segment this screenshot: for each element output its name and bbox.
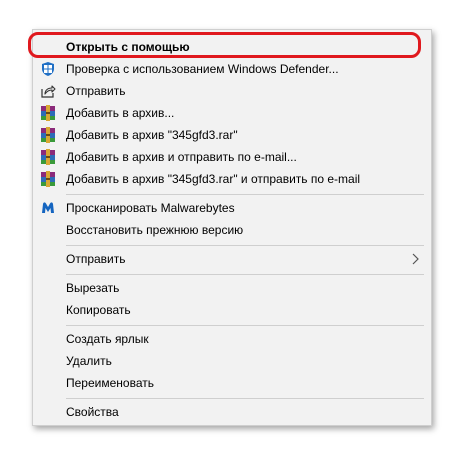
menu-item-delete[interactable]: Удалить [33,350,431,372]
winrar-icon [41,149,55,165]
menu-item-add-to-named-archive[interactable]: Добавить в архив "345gfd3.rar" [33,124,431,146]
menu-item-malwarebytes[interactable]: Просканировать Malwarebytes [33,197,431,219]
menu-separator [66,274,424,275]
menu-item-create-shortcut[interactable]: Создать ярлык [33,328,431,350]
menu-item-properties[interactable]: Свойства [33,401,431,423]
windows-defender-icon [42,62,54,76]
menu-item-label: Добавить в архив и отправить по e-mail..… [66,150,297,164]
menu-item-label: Добавить в архив "345gfd3.rar" [66,128,238,142]
malwarebytes-icon [42,202,54,213]
menu-item-label: Проверка с использованием Windows Defend… [66,62,339,76]
share-icon [41,85,56,98]
menu-item-add-to-named-archive-email[interactable]: Добавить в архив "345gfd3.rar" и отправи… [33,168,431,190]
menu-item-label: Добавить в архив "345gfd3.rar" и отправи… [66,172,361,186]
menu-item-label: Удалить [66,354,112,368]
menu-item-label: Добавить в архив... [66,106,175,120]
menu-item-cut[interactable]: Вырезать [33,277,431,299]
menu-item-add-to-archive-email[interactable]: Добавить в архив и отправить по e-mail..… [33,146,431,168]
winrar-icon [41,105,55,121]
menu-separator [66,245,424,246]
menu-item-label: Восстановить прежнюю версию [66,223,244,237]
menu-item-label: Просканировать Malwarebytes [66,201,235,215]
menu-item-label: Копировать [66,303,131,317]
chevron-right-icon [412,253,419,265]
menu-item-label: Открыть с помощью [66,40,190,54]
menu-item-restore-previous-version[interactable]: Восстановить прежнюю версию [33,219,431,241]
menu-separator [66,194,424,195]
menu-separator [66,398,424,399]
context-menu: Открыть с помощью Проверка с использован… [32,29,432,426]
menu-item-share[interactable]: Отправить [33,80,431,102]
winrar-icon [41,127,55,143]
menu-separator [66,325,424,326]
menu-item-label: Создать ярлык [66,332,149,346]
menu-item-label: Отправить [66,84,126,98]
menu-item-copy[interactable]: Копировать [33,299,431,321]
menu-item-label: Свойства [66,405,119,419]
menu-item-label: Отправить [66,252,126,266]
menu-item-send-to[interactable]: Отправить [33,248,431,270]
menu-item-windows-defender[interactable]: Проверка с использованием Windows Defend… [33,58,431,80]
menu-item-open-with[interactable]: Открыть с помощью [33,36,431,58]
menu-item-label: Вырезать [66,281,120,295]
menu-item-label: Переименовать [66,376,154,390]
winrar-icon [41,171,55,187]
menu-item-rename[interactable]: Переименовать [33,372,431,394]
menu-item-add-to-archive[interactable]: Добавить в архив... [33,102,431,124]
